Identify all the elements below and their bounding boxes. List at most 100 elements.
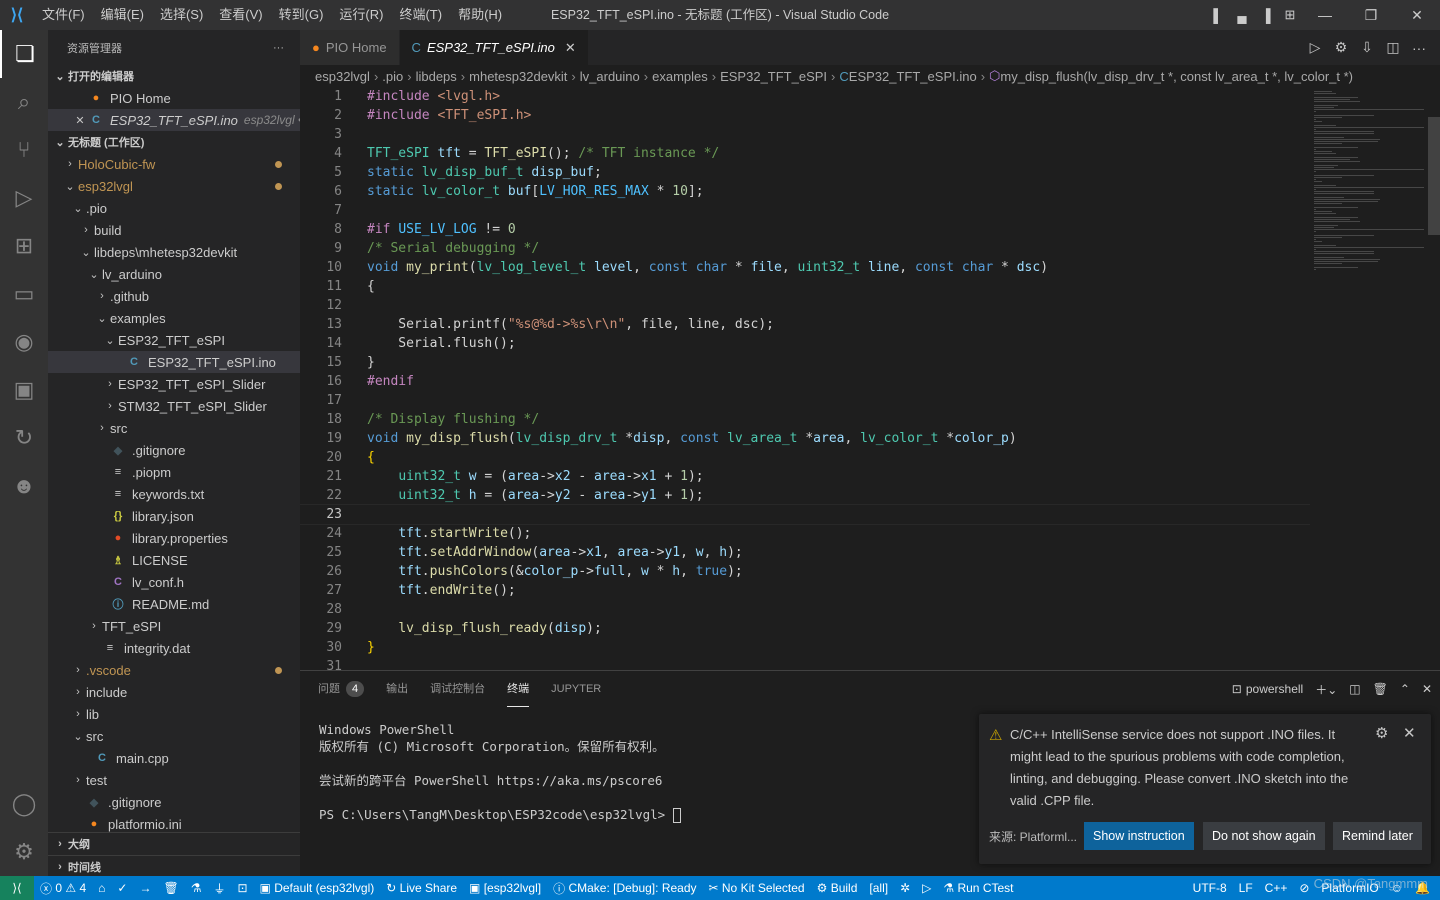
build-status[interactable]: ⚙ Build xyxy=(811,881,864,895)
remote-icon[interactable]: ⟩⟨ xyxy=(0,876,34,900)
menu-item[interactable]: 选择(S) xyxy=(152,0,211,30)
file-item[interactable]: ≡ integrity.dat xyxy=(48,637,300,659)
scrollbar-thumb[interactable] xyxy=(1428,117,1440,235)
run-icon[interactable]: ▷ xyxy=(1302,39,1328,56)
pio-test-icon[interactable]: ⚗ xyxy=(185,881,208,895)
extensions-icon[interactable]: ⊞ xyxy=(0,222,48,270)
no-sync-icon[interactable]: ⊘ xyxy=(1293,881,1315,895)
maximize-panel-icon[interactable]: ⌃ xyxy=(1400,682,1410,696)
folder-item[interactable]: ⌄ lv_arduino xyxy=(48,263,300,285)
pio-terminal-icon[interactable]: ⊡ xyxy=(231,881,253,895)
pio-home-icon[interactable]: ⌂ xyxy=(92,881,111,895)
toggle-panel-icon[interactable]: ▄ xyxy=(1230,0,1254,30)
customize-layout-icon[interactable]: ⊞ xyxy=(1278,0,1302,30)
file-item[interactable]: ♗ LICENSE xyxy=(48,549,300,571)
tab-close-icon[interactable]: ✕ xyxy=(565,40,576,56)
file-item[interactable]: ◆ .gitignore xyxy=(48,791,300,813)
panel-tab[interactable]: 输出 xyxy=(386,671,408,707)
open-editor-item[interactable]: ✕ C ESP32_TFT_eSPI.ino esp32lvgl • ... xyxy=(48,109,300,131)
language-status[interactable]: C++ xyxy=(1259,881,1294,895)
menu-item[interactable]: 运行(R) xyxy=(331,0,391,30)
menu-item[interactable]: 帮助(H) xyxy=(450,0,510,30)
menu-item[interactable]: 编辑(E) xyxy=(93,0,152,30)
settings-gear-icon[interactable]: ⚙ xyxy=(1328,39,1354,56)
folder-item[interactable]: › lib xyxy=(48,703,300,725)
folder-item[interactable]: › include xyxy=(48,681,300,703)
upload-icon[interactable]: ⇩ xyxy=(1354,39,1380,56)
live-share-icon[interactable]: ↻ xyxy=(0,414,48,462)
folder-item[interactable]: › .github xyxy=(48,285,300,307)
pio-monitor-icon[interactable]: ⏚ xyxy=(207,880,231,897)
close-panel-icon[interactable]: ✕ xyxy=(1422,682,1432,696)
ctest-status[interactable]: ⚗ Run CTest xyxy=(937,881,1019,895)
pio-clean-icon[interactable]: 🗑 xyxy=(157,881,184,895)
split-editor-icon[interactable]: ◫ xyxy=(1380,39,1406,56)
breadcrumb-item[interactable]: my_disp_flush(lv_disp_drv_t *, const lv_… xyxy=(1000,69,1353,84)
folder-item[interactable]: › .vscode xyxy=(48,659,300,681)
file-item[interactable]: Cmain.cpp xyxy=(48,747,300,769)
folder-item[interactable]: › TFT_eSPI xyxy=(48,615,300,637)
folder-item[interactable]: ⌄ src xyxy=(48,725,300,747)
account-icon[interactable]: ◯ xyxy=(0,780,48,828)
code-editor[interactable]: 1 #include <lvgl.h> 2 #include <TFT_eSPI.h>… xyxy=(300,87,1310,670)
panel-tab[interactable]: JUPYTER xyxy=(551,671,601,707)
menu-item[interactable]: 查看(V) xyxy=(211,0,270,30)
live-share-status[interactable]: ↻ Live Share xyxy=(380,881,463,895)
file-item[interactable]: ≡ keywords.txt xyxy=(48,483,300,505)
minimize-button[interactable]: — xyxy=(1302,0,1348,30)
folder-item[interactable]: › src xyxy=(48,417,300,439)
workspace-status[interactable]: ▣ [esp32lvgl] xyxy=(463,881,547,895)
file-item[interactable]: ● library.properties xyxy=(48,527,300,549)
open-editor-item[interactable]: ● PIO Home xyxy=(48,87,300,109)
restore-button[interactable]: ❐ xyxy=(1348,0,1394,30)
do-not-show-again-button[interactable]: Do not show again xyxy=(1203,822,1325,850)
cmake-status[interactable]: ⓘ CMake: [Debug]: Ready xyxy=(547,880,702,897)
outline-header[interactable]: › 大纲 xyxy=(48,833,300,855)
cmake-icon[interactable]: ▣ xyxy=(0,366,48,414)
problems-status[interactable]: ⓧ 0 ⚠ 4 xyxy=(34,880,92,897)
show-instruction-button[interactable]: Show instruction xyxy=(1084,822,1194,850)
folder-item[interactable]: › ESP32_TFT_eSPI_Slider xyxy=(48,373,300,395)
notification-close-icon[interactable]: ✕ xyxy=(1403,724,1416,742)
split-terminal-icon[interactable]: ◫ xyxy=(1349,682,1360,696)
file-item[interactable]: C ESP32_TFT_eSPI.ino xyxy=(48,351,300,373)
manage-gear-icon[interactable]: ⚙ xyxy=(0,828,48,876)
pio-build-icon[interactable]: ✓ xyxy=(111,881,133,895)
panel-tab[interactable]: 调试控制台 xyxy=(430,671,485,707)
workspace-header[interactable]: ⌄ 无标题 (工作区) xyxy=(48,131,300,153)
tab-esp32-tft-espi-ino[interactable]: C ESP32_TFT_eSPI.ino ✕ xyxy=(399,30,589,65)
breadcrumb-item[interactable]: mhetesp32devkit xyxy=(469,69,567,84)
breadcrumb-item[interactable]: examples xyxy=(652,69,708,84)
folder-item[interactable]: › HoloCubic-fw xyxy=(48,153,300,175)
editor-scrollbar[interactable] xyxy=(1428,87,1440,670)
tab-pio-home[interactable]: ● PIO Home xyxy=(300,30,400,65)
folder-item[interactable]: ⌄ esp32lvgl xyxy=(48,175,300,197)
eol-status[interactable]: LF xyxy=(1233,881,1259,895)
close-editor-icon[interactable]: ✕ xyxy=(72,114,88,127)
menu-item[interactable]: 转到(G) xyxy=(271,0,332,30)
file-item[interactable]: ◆ .gitignore xyxy=(48,439,300,461)
remote-explorer-icon[interactable]: ▭ xyxy=(0,270,48,318)
target-status[interactable]: [all] xyxy=(863,881,894,895)
folder-item[interactable]: ⌄ .pio xyxy=(48,197,300,219)
encoding-status[interactable]: UTF-8 xyxy=(1187,881,1233,895)
folder-item[interactable]: ⌄ libdeps\mhetesp32devkit xyxy=(48,241,300,263)
timeline-header[interactable]: › 时间线 xyxy=(48,855,300,877)
shell-name[interactable]: powershell xyxy=(1246,682,1303,696)
breadcrumb-item[interactable]: esp32lvgl xyxy=(315,69,370,84)
breadcrumb-item[interactable]: .pio xyxy=(382,69,403,84)
terminal-output[interactable]: Windows PowerShell 版权所有 (C) Microsoft Cor… xyxy=(319,721,681,823)
env-status[interactable]: ▣ Default (esp32lvgl) xyxy=(254,881,381,895)
breadcrumb-item[interactable]: ESP32_TFT_eSPI.ino xyxy=(849,69,977,84)
minimap[interactable] xyxy=(1310,87,1428,670)
menu-item[interactable]: 终端(T) xyxy=(391,0,450,30)
editor-more-icon[interactable]: ··· xyxy=(1406,40,1432,56)
open-editors-header[interactable]: ⌄ 打开的编辑器 xyxy=(48,65,300,87)
file-item[interactable]: Clv_conf.h xyxy=(48,571,300,593)
platformio-icon[interactable]: ☻ xyxy=(0,462,48,510)
panel-tab[interactable]: 问题 4 xyxy=(318,671,365,707)
breadcrumb-item[interactable]: lv_arduino xyxy=(580,69,640,84)
folder-item[interactable]: › build xyxy=(48,219,300,241)
folder-item[interactable]: › STM32_TFT_eSPI_Slider xyxy=(48,395,300,417)
kill-terminal-icon[interactable]: 🗑 xyxy=(1373,682,1388,696)
